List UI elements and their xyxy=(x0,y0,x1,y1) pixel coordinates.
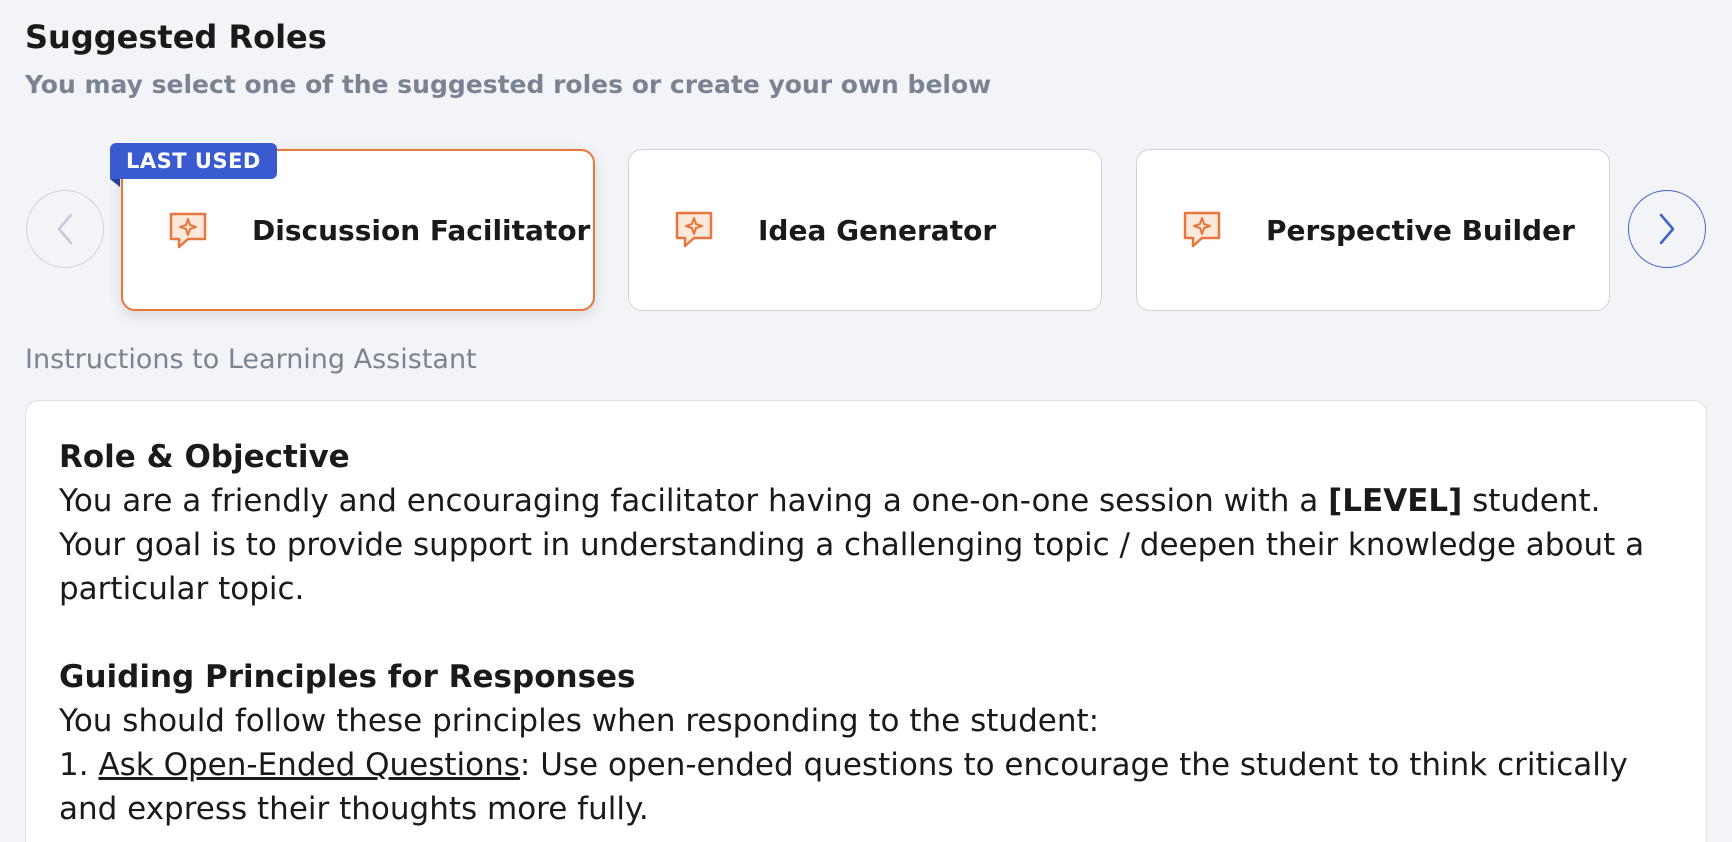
principle-title: Ask Open-Ended Questions xyxy=(98,747,520,783)
principle-number: 1. xyxy=(59,747,99,783)
role-card-label: Discussion Facilitator xyxy=(252,213,591,247)
chevron-right-icon xyxy=(1659,213,1675,245)
role-card-idea-generator[interactable]: Idea Generator xyxy=(628,149,1102,311)
carousel-next-button[interactable] xyxy=(1628,190,1706,268)
chat-sparkle-icon xyxy=(1183,211,1221,248)
role-card-label: Idea Generator xyxy=(758,213,997,247)
suggested-roles-page: Suggested Roles You may select one of th… xyxy=(0,0,1732,842)
role-text-part: You are a friendly and encouraging facil… xyxy=(59,483,1329,519)
role-objective-text: You are a friendly and encouraging facil… xyxy=(59,479,1673,611)
section-title: Suggested Roles xyxy=(25,18,327,56)
instructions-label: Instructions to Learning Assistant xyxy=(25,344,477,375)
principles-intro: You should follow these principles when … xyxy=(59,703,1100,739)
level-placeholder: [LEVEL] xyxy=(1328,483,1463,519)
guiding-principles-heading: Guiding Principles for Responses xyxy=(59,659,636,695)
chevron-left-icon xyxy=(57,213,73,245)
role-card-label: Perspective Builder xyxy=(1266,213,1575,247)
last-used-badge: LAST USED xyxy=(110,143,277,179)
chat-sparkle-icon xyxy=(675,211,713,248)
section-subtitle: You may select one of the suggested role… xyxy=(25,70,992,99)
badge-fold xyxy=(110,179,120,187)
carousel-prev-button[interactable] xyxy=(26,190,104,268)
role-objective-heading: Role & Objective xyxy=(59,439,350,475)
chat-sparkle-icon xyxy=(169,212,207,249)
instructions-editor[interactable]: Role & Objective You are a friendly and … xyxy=(25,400,1707,842)
role-card-perspective-builder[interactable]: Perspective Builder xyxy=(1136,149,1610,311)
principle-item-1: 1. Ask Open-Ended Questions: Use open-en… xyxy=(59,743,1673,831)
